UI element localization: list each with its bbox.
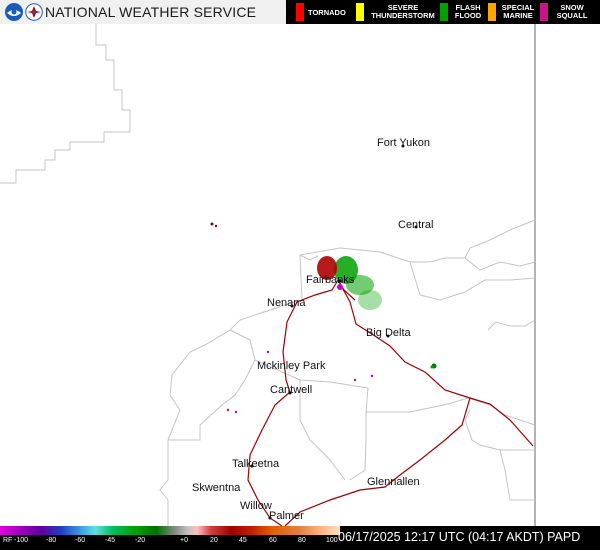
reflectivity-color-scale xyxy=(0,526,340,535)
town-glennallen: Glennallen xyxy=(367,476,420,488)
noaa-logo-icon xyxy=(5,3,23,21)
legend-item-flash-flood: FLASH FLOOD xyxy=(440,0,488,24)
scale-label: 60 xyxy=(269,537,277,544)
town-fairbanks: Fairbanks xyxy=(306,274,355,286)
town-palmer: Palmer xyxy=(269,510,304,522)
legend-label: SNOW SQUALL xyxy=(556,3,588,20)
zone-boundaries xyxy=(0,24,536,526)
scale-label: 80 xyxy=(298,537,306,544)
scale-prefix: RF xyxy=(3,537,13,544)
legend-item-special-marine: SPECIAL MARINE xyxy=(488,0,540,24)
legend-label: SPECIAL MARINE xyxy=(501,3,535,20)
scale-label: 20 xyxy=(210,537,218,544)
nws-logo-icon xyxy=(25,3,43,21)
scale-label: 100 xyxy=(326,537,338,544)
legend-item-snow-squall: SNOW SQUALL xyxy=(540,0,600,24)
legend-swatch xyxy=(356,3,364,21)
town-big-delta: Big Delta xyxy=(366,327,411,339)
town-nenana: Nenana xyxy=(267,297,306,309)
town-talkeetna: Talkeetna xyxy=(232,458,280,470)
footer-bar: RF -100 -80 -60 -45 -20 +0 20 45 60 80 1… xyxy=(0,526,600,550)
town-mckinley-park: Mckinley Park xyxy=(257,360,326,372)
warning-legend: TORNADO SEVERE THUNDERSTORM FLASH FLOOD … xyxy=(286,0,600,24)
radar-map[interactable]: Fort Yukon Central Fairbanks Nenana Big … xyxy=(0,24,600,526)
scale-label: +0 xyxy=(180,537,188,544)
town-fort-yukon: Fort Yukon xyxy=(377,137,430,149)
legend-label: SEVERE THUNDERSTORM xyxy=(371,3,435,20)
town-willow: Willow xyxy=(240,500,272,512)
radar-timestamp: 06/17/2025 12:17 UTC (04:17 AKDT) PAPD xyxy=(338,530,581,544)
legend-swatch xyxy=(488,3,496,21)
legend-label: TORNADO xyxy=(308,8,346,17)
legend-swatch xyxy=(296,3,304,21)
legend-swatch xyxy=(440,3,448,21)
town-central: Central xyxy=(398,219,434,231)
legend-swatch xyxy=(540,3,548,21)
town-skwentna: Skwentna xyxy=(192,482,241,494)
scale-label: 45 xyxy=(239,537,247,544)
scale-label: -100 xyxy=(14,537,29,544)
legend-item-tornado: TORNADO xyxy=(296,0,356,24)
legend-label: FLASH FLOOD xyxy=(454,3,482,20)
highway-roads xyxy=(247,279,534,526)
scale-label: -45 xyxy=(105,537,116,544)
scale-label: -80 xyxy=(46,537,57,544)
town-cantwell: Cantwell xyxy=(270,384,313,396)
scale-label: -20 xyxy=(135,537,146,544)
scale-label: -60 xyxy=(75,537,86,544)
legend-item-severe-thunderstorm: SEVERE THUNDERSTORM xyxy=(356,0,438,24)
page-title: NATIONAL WEATHER SERVICE xyxy=(45,4,257,20)
